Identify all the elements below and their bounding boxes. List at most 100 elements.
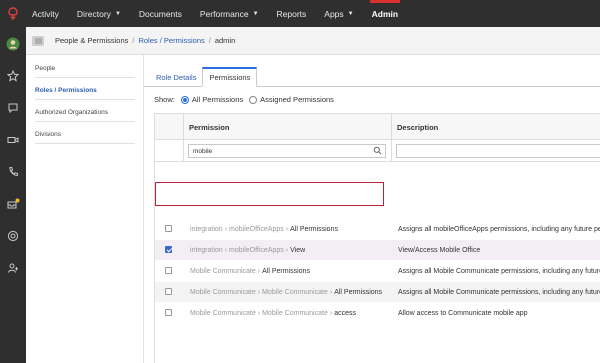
path-segment: mobileOfficeApps (229, 225, 284, 233)
row-checkbox[interactable] (165, 267, 172, 274)
chevron-right-icon: › (257, 288, 261, 296)
path-segment: mobileOfficeApps (229, 246, 284, 254)
permission-name: All Permissions (290, 225, 338, 233)
top-navigation: Activity Directory ▼ Documents Performanc… (0, 0, 600, 27)
nav-directory-label: Directory (76, 8, 111, 19)
nav-documents[interactable]: Documents (139, 9, 182, 19)
column-divider (183, 140, 184, 162)
star-icon[interactable] (5, 68, 21, 84)
permission-name: access (334, 309, 356, 317)
row-checkbox[interactable] (165, 309, 172, 316)
radio-assigned-permissions-label[interactable]: Assigned Permissions (260, 95, 334, 104)
nav-documents-label: Documents (138, 8, 182, 19)
tab-bar: Role Details Permissions (150, 63, 258, 87)
permission-description: Assigns all mobileOfficeApps permissions… (398, 225, 600, 233)
permission-description: Assigns all Mobile Communicate permissio… (398, 288, 600, 296)
nav-admin[interactable]: Admin (369, 0, 401, 19)
chevron-right-icon: › (224, 246, 228, 254)
permission-description: Allow access to Communicate mobile app (398, 309, 528, 317)
nav-apps[interactable]: Apps ▼ (324, 9, 353, 19)
row-checkbox[interactable] (165, 225, 172, 232)
permission-name: View (290, 246, 306, 254)
app-logo-icon[interactable] (0, 0, 26, 27)
nav-reports[interactable]: Reports (277, 9, 307, 19)
permission-filter-value: mobile (193, 147, 213, 155)
table-row[interactable]: Mobile Communicate › Mobile Communicate › ac… (155, 303, 600, 323)
row-checkbox[interactable] (165, 246, 172, 253)
radio-all-permissions-label[interactable]: All Permissions (192, 95, 243, 104)
permission-path: integration › mobileOfficeApps › All Permiss… (190, 219, 338, 239)
radio-assigned-permissions[interactable] (249, 95, 258, 104)
nav-activity-label: Activity (32, 8, 59, 19)
permission-path: Mobile Communicate › All Permissions (190, 261, 310, 281)
breadcrumb-separator: / (132, 36, 135, 45)
video-icon[interactable] (5, 132, 21, 148)
description-filter-input[interactable] (396, 144, 600, 158)
main-content: Role Details Permissions Show: All Permi… (144, 55, 600, 363)
nav-apps-label: Apps (324, 8, 344, 19)
chevron-right-icon: › (257, 309, 261, 317)
permission-description: Assigns all Mobile Communicate permissio… (398, 267, 600, 275)
path-segment: Mobile Communicate (262, 309, 328, 317)
chevron-down-icon: ▼ (114, 10, 121, 17)
avatar[interactable] (5, 36, 21, 52)
sidebar-item-people[interactable]: People (35, 65, 135, 78)
chevron-right-icon: › (285, 225, 289, 233)
show-label: Show: (154, 95, 175, 104)
path-segment: integration (190, 225, 223, 233)
chevron-right-icon: › (329, 309, 333, 317)
filter-row: mobile (155, 140, 600, 162)
sidebar-item-authorized-organizations[interactable]: Authorized Organizations (35, 109, 135, 122)
tab-permissions[interactable]: Permissions (202, 67, 258, 87)
user-settings-icon[interactable] (5, 260, 21, 276)
path-segment: Mobile Communicate (190, 288, 256, 296)
column-divider (391, 140, 392, 162)
nav-activity[interactable]: Activity (32, 9, 59, 19)
path-segment: Mobile Communicate (190, 267, 256, 275)
chat-icon[interactable] (5, 100, 21, 116)
nav-performance[interactable]: Performance ▼ (200, 9, 259, 19)
table-row[interactable]: Mobile Communicate › Mobile Communicate › Al… (155, 282, 600, 302)
permission-filter-input[interactable]: mobile (188, 144, 386, 158)
chevron-down-icon: ▼ (347, 10, 354, 17)
nav-admin-label: Admin (371, 8, 399, 19)
breadcrumb-item-current: admin (214, 36, 236, 45)
tab-role-details[interactable]: Role Details (150, 67, 202, 87)
nav-directory[interactable]: Directory ▼ (77, 9, 121, 19)
nav-reports-label: Reports (276, 8, 307, 19)
table-row[interactable]: integration › mobileOfficeApps › All Permiss… (155, 219, 600, 239)
chevron-right-icon: › (285, 246, 289, 254)
row-checkbox[interactable] (165, 288, 172, 295)
chevron-right-icon: › (224, 225, 228, 233)
breadcrumb: People & Permissions / Roles / Permissio… (26, 27, 600, 55)
nav-performance-label: Performance (199, 8, 249, 19)
sidebar-item-roles-permissions[interactable]: Roles / Permissions (35, 87, 135, 100)
section-sidebar: People Roles / Permissions Authorized Or… (26, 55, 144, 363)
sidebar-item-divisions[interactable]: Divisions (35, 131, 135, 144)
path-segment: integration (190, 246, 223, 254)
permission-description: View/Access Mobile Office (398, 246, 481, 254)
permission-path: integration › mobileOfficeApps › View (190, 240, 305, 260)
path-segment: Mobile Communicate (262, 288, 328, 296)
table-row[interactable]: Mobile Communicate › All Permissions Assig… (155, 261, 600, 281)
permissions-table: Permission Description mobile integratio… (154, 113, 600, 363)
permission-name: All Permissions (334, 288, 383, 296)
radio-all-permissions[interactable] (180, 95, 189, 104)
table-header: Permission Description (155, 114, 600, 140)
table-row[interactable]: integration › mobileOfficeApps › View View/A… (155, 240, 600, 260)
breadcrumb-separator: / (208, 36, 211, 45)
chevron-down-icon: ▼ (252, 10, 259, 17)
permission-path: Mobile Communicate › Mobile Communicate › ac… (190, 303, 356, 323)
breadcrumb-item-roles-permissions[interactable]: Roles / Permissions (138, 36, 204, 45)
phone-icon[interactable] (5, 164, 21, 180)
sidebar-toggle-icon[interactable] (32, 35, 44, 46)
chevron-right-icon: › (257, 267, 261, 275)
globe-icon[interactable] (5, 228, 21, 244)
show-filter: Show: All Permissions Assigned Permissio… (154, 95, 334, 104)
column-header-description[interactable]: Description (391, 114, 438, 140)
permission-name: All Permissions (262, 267, 310, 275)
chevron-right-icon: › (329, 288, 333, 296)
breadcrumb-item-people-permissions[interactable]: People & Permissions (55, 36, 128, 45)
column-header-permission[interactable]: Permission (183, 114, 229, 140)
inbox-icon[interactable] (5, 196, 21, 212)
